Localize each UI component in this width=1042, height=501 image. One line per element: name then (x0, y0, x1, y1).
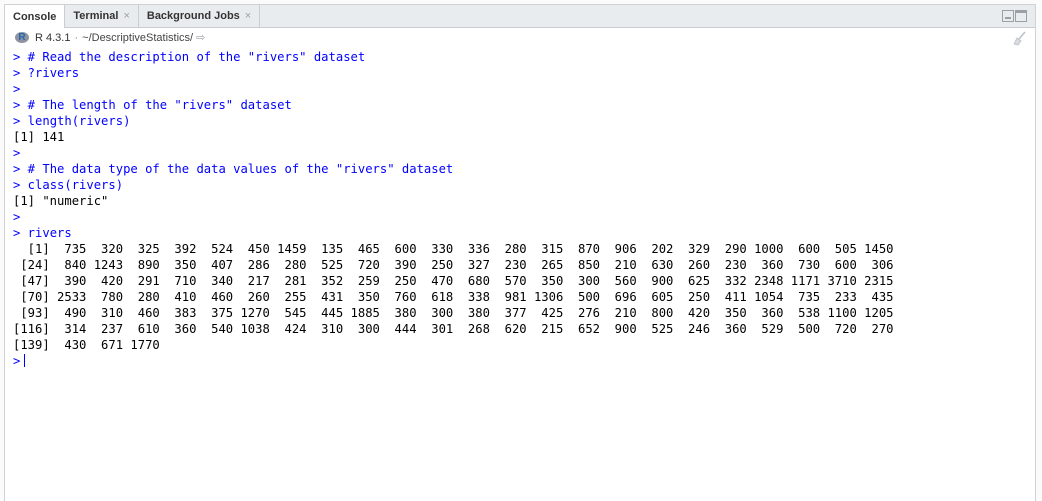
console-input-line: > # The length of the "rivers" dataset (13, 97, 1035, 113)
info-separator: · (74, 31, 79, 44)
close-icon[interactable]: × (245, 10, 251, 22)
console-output-line: [93] 490 310 460 383 375 1270 545 445 18… (13, 305, 1035, 321)
console-result-text: [47] 390 420 291 710 340 217 281 352 259… (13, 274, 894, 288)
r-logo-icon: R (15, 32, 29, 43)
console-output-line: [1] "numeric" (13, 193, 1035, 209)
console-input-line: > length(rivers) (13, 113, 1035, 129)
console-output[interactable]: > # Read the description of the "rivers"… (13, 49, 1035, 369)
tab-terminal-label: Terminal (73, 10, 119, 22)
console-output-line: [116] 314 237 610 360 540 1038 424 310 3… (13, 321, 1035, 337)
console-prompt: > (13, 210, 21, 224)
console-info-bar: R R 4.3.1 · ~/DescriptiveStatistics/ ⇨ (5, 28, 1035, 47)
console-input-line: > (13, 353, 1035, 369)
window-controls (1002, 10, 1027, 22)
console-input-line: > rivers (13, 225, 1035, 241)
console-input-line: > (13, 209, 1035, 225)
console-input-line: > (13, 145, 1035, 161)
console-result-text: [24] 840 1243 890 350 407 286 280 525 72… (13, 258, 894, 272)
tab-background-jobs-label: Background Jobs (146, 10, 240, 22)
console-result-text: [70] 2533 780 280 410 460 260 255 431 35… (13, 290, 894, 304)
console-pane: Console Terminal × Background Jobs × R R… (4, 4, 1036, 501)
console-output-line: [1] 141 (13, 129, 1035, 145)
console-command-text: # The data type of the data values of th… (20, 162, 454, 176)
tab-background-jobs[interactable]: Background Jobs × (139, 5, 261, 27)
close-icon[interactable]: × (123, 10, 129, 22)
console-command-text: ?rivers (20, 66, 80, 80)
console-command-text: rivers (20, 226, 72, 240)
r-version: R 4.3.1 (35, 31, 71, 44)
console-command-text: # The length of the "rivers" dataset (20, 98, 292, 112)
console-output-line: [139] 430 671 1770 (13, 337, 1035, 353)
console-input-line: > ?rivers (13, 65, 1035, 81)
tab-console-label: Console (13, 10, 57, 23)
maximize-icon[interactable] (1015, 10, 1027, 22)
console-output-line: [24] 840 1243 890 350 407 286 280 525 72… (13, 257, 1035, 273)
console-output-line: [70] 2533 780 280 410 460 260 255 431 35… (13, 289, 1035, 305)
console-output-line: [47] 390 420 291 710 340 217 281 352 259… (13, 273, 1035, 289)
console-result-text: [1] 735 320 325 392 524 450 1459 135 465… (13, 242, 894, 256)
console-input-line: > (13, 81, 1035, 97)
tab-terminal[interactable]: Terminal × (65, 5, 139, 27)
console-input-line: > # The data type of the data values of … (13, 161, 1035, 177)
tab-console[interactable]: Console (5, 5, 66, 28)
go-to-directory-icon[interactable]: ⇨ (196, 31, 205, 44)
minimize-icon[interactable] (1002, 10, 1014, 22)
console-prompt: > (13, 82, 21, 96)
console-result-text: [1] 141 (13, 130, 65, 144)
console-result-text: [93] 490 310 460 383 375 1270 545 445 18… (13, 306, 894, 320)
console-command-text: # Read the description of the "rivers" d… (20, 50, 366, 64)
console-result-text: [116] 314 237 610 360 540 1038 424 310 3… (13, 322, 894, 336)
console-output-line: [1] 735 320 325 392 524 450 1459 135 465… (13, 241, 1035, 257)
pane-tab-bar: Console Terminal × Background Jobs × (5, 5, 1035, 28)
console-command-text: class(rivers) (20, 178, 124, 192)
console-result-text: [1] "numeric" (13, 194, 109, 208)
console-prompt: > (13, 354, 21, 368)
console-prompt: > (13, 146, 21, 160)
working-directory: ~/DescriptiveStatistics/ (82, 31, 194, 44)
broom-clear-icon[interactable] (1011, 30, 1027, 46)
console-command-text: length(rivers) (20, 114, 131, 128)
console-result-text: [139] 430 671 1770 (13, 338, 160, 352)
text-cursor[interactable] (24, 354, 26, 367)
console-input-line: > class(rivers) (13, 177, 1035, 193)
console-input-line: > # Read the description of the "rivers"… (13, 49, 1035, 65)
